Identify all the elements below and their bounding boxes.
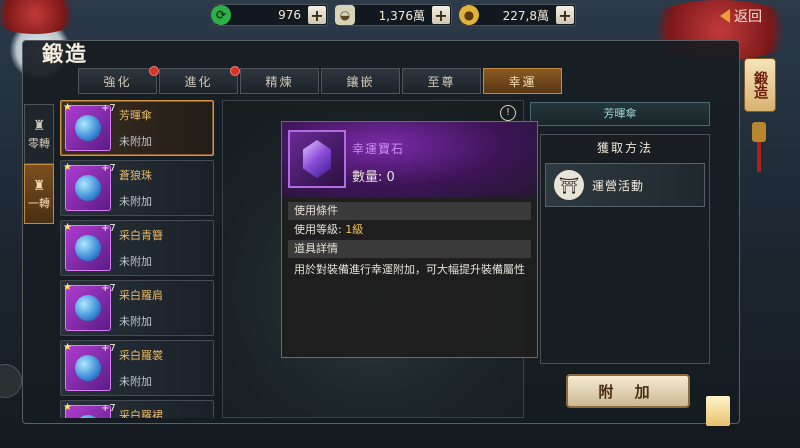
item-name: 采白羅裳 [119, 349, 163, 362]
skirt-icon [75, 415, 101, 418]
item-status: 未附加 [119, 315, 152, 328]
add-jade-button[interactable]: + [308, 6, 326, 25]
item-name: 芳暉傘 [119, 109, 152, 122]
tab-enhance[interactable]: 強化 [78, 66, 159, 94]
item-status: 未附加 [119, 135, 152, 148]
tooltip-header: 幸運寶石 數量: 0 [282, 122, 537, 198]
side-tab-label: 零轉 [28, 137, 50, 150]
event-icon: ⛩ [554, 170, 584, 200]
tassel-decoration [757, 142, 761, 172]
side-tab-label: 一轉 [28, 197, 50, 210]
item-name: 采白青簪 [119, 229, 163, 242]
tab-label: 幸運 [508, 74, 537, 89]
item-level: +7 [101, 403, 116, 414]
lantern-icon [752, 122, 766, 142]
attach-button[interactable]: 附 加 [566, 374, 690, 408]
acquire-title: 獲取方法 [596, 141, 653, 155]
list-item[interactable]: ★ +7 芳暉傘 未附加 [60, 100, 214, 156]
resource-bar: ⟳ 976 + ◒ 1,376萬 + ● 227,8萬 + [211, 4, 576, 26]
star-icon: ★ [63, 102, 72, 113]
menu-button[interactable] [0, 364, 22, 398]
resource-silver: ◒ 1,376萬 + [335, 4, 452, 26]
back-button[interactable]: 返回 [720, 6, 762, 26]
item-name: 采白羅裙 [119, 409, 163, 418]
orb-icon [75, 175, 101, 201]
add-silver-button[interactable]: + [432, 6, 450, 25]
tab-bar: 強化 進化 精煉 鑲嵌 至尊 幸運 [78, 66, 562, 94]
star-icon: ★ [63, 222, 72, 233]
item-status: 未附加 [119, 375, 152, 388]
item-level: +7 [101, 223, 116, 234]
item-status: 未附加 [119, 195, 152, 208]
item-level: +7 [101, 343, 116, 354]
star-icon: ★ [63, 282, 72, 293]
list-item[interactable]: ★ +7 蒼狼珠 未附加 [60, 160, 214, 216]
selected-item-label: 芳暉傘 [530, 102, 710, 126]
section-header: 使用條件 [288, 202, 531, 220]
jade-token-icon: ⟳ [211, 5, 231, 25]
hairpin-icon [75, 235, 101, 261]
item-description: 用於對裝備進行幸運附加，可大幅提升裝備屬性 [294, 263, 525, 276]
item-name: 采白羅肩 [119, 289, 163, 302]
use-level-value: 1級 [345, 223, 364, 236]
tab-label: 鑲嵌 [346, 74, 375, 89]
tab-inlay[interactable]: 鑲嵌 [321, 68, 400, 94]
item-name: 蒼狼珠 [119, 169, 152, 182]
robe-icon: ♜ [32, 118, 46, 134]
use-level-row: 使用等級: 1級 [294, 222, 530, 238]
notification-dot [149, 66, 159, 76]
notification-dot [230, 66, 240, 76]
silver-ingot-icon: ◒ [335, 5, 355, 25]
tab-label: 進化 [184, 74, 213, 89]
tab-refine[interactable]: 精煉 [240, 68, 319, 94]
shoulder-icon [75, 295, 101, 321]
item-tooltip: 幸運寶石 數量: 0 使用條件 使用等級: 1級 道具詳情 用於對裝備進行幸運附… [281, 121, 538, 358]
list-item[interactable]: ★ +7 采白羅肩 未附加 [60, 280, 214, 336]
star-icon: ★ [63, 162, 72, 173]
section-header: 道具詳情 [288, 240, 531, 258]
item-level: +7 [101, 283, 116, 294]
gem-icon [303, 140, 331, 178]
item-name: 幸運寶石 [352, 142, 405, 156]
gold-coin-icon: ● [459, 5, 479, 25]
item-thumbnail [288, 130, 346, 188]
blossom-decoration [0, 0, 80, 34]
umbrella-icon [75, 115, 101, 141]
side-tab-one[interactable]: ♜ 一轉 [24, 164, 54, 224]
tab-label: 精煉 [265, 74, 294, 89]
source-label: 運營活動 [592, 178, 645, 193]
tab-evolve[interactable]: 進化 [159, 66, 240, 94]
item-level: +7 [101, 163, 116, 174]
info-icon[interactable]: ! [500, 105, 516, 121]
side-tab-zero[interactable]: ♜ 零轉 [24, 104, 54, 164]
star-icon: ★ [63, 342, 72, 353]
tab-label: 強化 [103, 74, 132, 89]
resource-jade: ⟳ 976 + [211, 4, 328, 26]
back-arrow-icon [720, 9, 730, 23]
robe-icon: ♜ [32, 178, 46, 194]
item-status: 未附加 [119, 255, 152, 268]
item-level: +7 [101, 103, 116, 114]
item-quantity: 數量: 0 [352, 170, 395, 185]
add-gold-button[interactable]: + [556, 6, 574, 25]
lamp-icon [706, 396, 730, 426]
star-icon: ★ [63, 402, 72, 413]
list-item[interactable]: ★ +7 采白羅裳 未附加 [60, 340, 214, 396]
forge-badge: 鍛造 [744, 58, 776, 112]
back-label: 返回 [734, 9, 762, 25]
list-item[interactable]: ★ +7 采白羅裙 [60, 400, 214, 418]
tab-supreme[interactable]: 至尊 [402, 68, 481, 94]
list-item[interactable]: ★ +7 采白青簪 未附加 [60, 220, 214, 276]
use-level-label: 使用等級: [294, 223, 342, 236]
tab-luck[interactable]: 幸運 [483, 68, 562, 94]
acquire-panel: 獲取方法 ⛩ 運營活動 [540, 134, 710, 364]
robe-icon [75, 355, 101, 381]
tab-label: 至尊 [427, 74, 456, 89]
resource-gold: ● 227,8萬 + [459, 4, 576, 26]
equipment-list: ★ +7 芳暉傘 未附加 ★ +7 蒼狼珠 未附加 ★ +7 采白青簪 未附加 … [60, 100, 216, 418]
source-operations-event[interactable]: ⛩ 運營活動 [545, 163, 705, 207]
page-title: 鍛造 [42, 41, 88, 66]
